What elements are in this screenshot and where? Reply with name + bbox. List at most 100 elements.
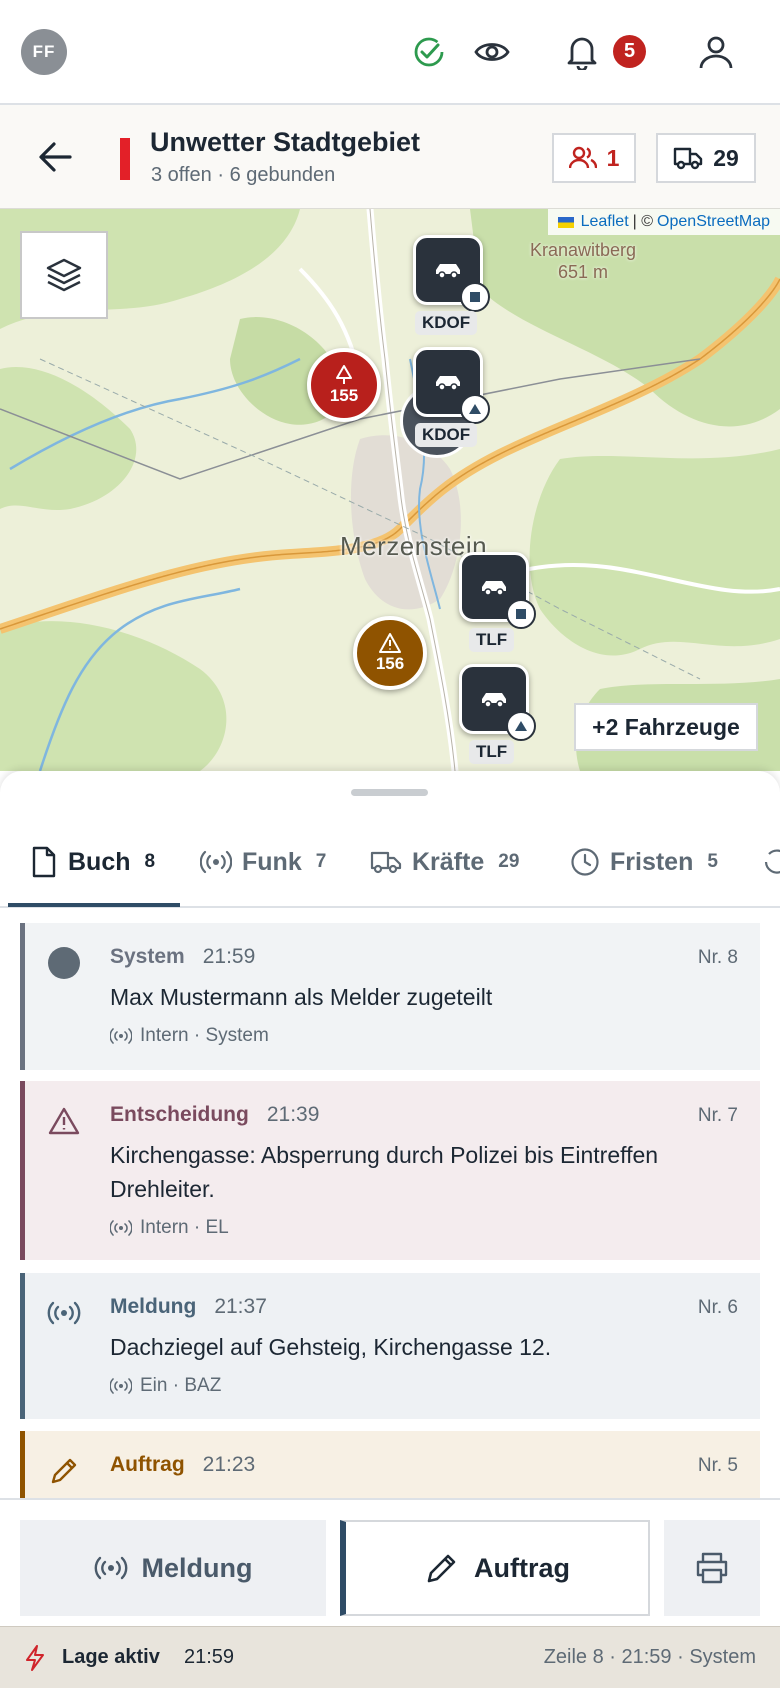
pencil-icon	[427, 1554, 456, 1583]
warning-icon	[46, 1103, 82, 1139]
warning-icon	[379, 633, 401, 653]
document-icon	[32, 846, 56, 878]
radio-icon	[110, 1220, 132, 1236]
back-arrow-icon[interactable]	[34, 135, 78, 179]
status-time: 21:59	[184, 1646, 235, 1668]
radio-icon	[94, 1556, 127, 1580]
entry-time: 21:39	[266, 1103, 320, 1126]
incident-number: 155	[329, 386, 359, 405]
incident-marker[interactable]: 155	[307, 348, 381, 422]
tab-buch[interactable]: Buch 8	[30, 816, 155, 908]
car-icon	[436, 376, 460, 391]
persons-icon	[568, 146, 597, 169]
incident-number: 156	[375, 654, 405, 673]
entry-meta: Ein · BAZ	[110, 1375, 221, 1397]
entry-color-bar	[20, 923, 25, 1070]
truck-icon	[370, 851, 402, 874]
tab-bar: Buch 8 Funk 7 Kräfte 29 Fristen 5	[0, 816, 780, 908]
map-attribution: Leaflet | © OpenStreetMap	[547, 209, 780, 235]
entry-text: Max Mustermann als Melder zugeteilt	[110, 984, 493, 1010]
pencil-icon	[46, 1453, 82, 1489]
tab-label: Buch	[68, 847, 131, 876]
log-entry[interactable]: Auftrag 21:23 Nr. 5	[20, 1431, 760, 1498]
top-bar: FF 5	[0, 0, 780, 105]
tab-fristen[interactable]: Fristen 5	[570, 816, 718, 908]
entry-type: System 21:59	[110, 945, 256, 968]
action-bar: Meldung Auftrag	[0, 1498, 780, 1626]
entry-time: 21:59	[202, 945, 256, 968]
layers-button[interactable]	[20, 231, 108, 319]
notification-badge: 5	[613, 35, 646, 68]
radio-icon	[200, 850, 232, 874]
user-icon[interactable]	[694, 30, 738, 74]
tab-count: 8	[144, 851, 156, 872]
status-detail: Zeile 8 · 21:59 · System	[543, 1646, 756, 1668]
entry-type: Meldung 21:37	[110, 1295, 267, 1318]
tree-icon	[336, 365, 352, 384]
entry-type: Auftrag 21:23	[110, 1453, 256, 1476]
vehicle-label: KDOF	[415, 423, 478, 447]
osm-link[interactable]: OpenStreetMap	[657, 213, 770, 231]
vehicle-marker[interactable]	[413, 235, 490, 312]
persons-button[interactable]: 1	[552, 133, 636, 183]
tab-kraefte[interactable]: Kräfte 29	[370, 816, 519, 908]
incident-marker[interactable]: 156	[353, 616, 427, 690]
map[interactable]: Merzenstein Kranawitberg 651 m Leaflet | …	[0, 209, 780, 771]
entry-text: Dachziegel auf Gehsteig, Kirchengasse 12…	[110, 1334, 552, 1360]
entry-number: Nr. 5	[697, 1455, 738, 1476]
lightning-icon	[26, 1645, 44, 1671]
log-entry[interactable]: System 21:59 Nr. 8 Max Mustermann als Mel…	[20, 923, 760, 1070]
vehicle-marker[interactable]	[413, 347, 490, 424]
tab-label: Funk	[242, 847, 302, 876]
vehicle-marker[interactable]	[459, 552, 536, 629]
more-vehicles-button[interactable]: +2 Fahrzeuge	[574, 703, 758, 751]
page-subtitle: 3 offen · 6 gebunden	[151, 164, 336, 186]
sheet-drag-handle[interactable]	[351, 789, 428, 796]
log-entry[interactable]: Entscheidung 21:39 Nr. 7 Kirchengasse: Ab…	[20, 1081, 760, 1260]
check-circle-icon[interactable]	[407, 30, 451, 74]
incident-header: Unwetter Stadtgebiet 3 offen · 6 gebunde…	[0, 105, 780, 209]
truck-icon	[674, 147, 703, 170]
bottom-sheet: Buch 8 Funk 7 Kräfte 29 Fristen 5 System 21:5…	[0, 771, 780, 1498]
tab-label: Kräfte	[412, 847, 485, 876]
tab-count: 29	[498, 851, 520, 872]
status-triangle-icon	[506, 711, 536, 741]
vehicle-label: KDOF	[415, 311, 478, 335]
avatar[interactable]: FF	[21, 29, 67, 75]
log-entry[interactable]: Meldung 21:37 Nr. 6 Dachziegel auf Gehste…	[20, 1273, 760, 1419]
radio-icon	[46, 1295, 82, 1331]
ukraine-flag-icon	[557, 216, 574, 228]
status-triangle-icon	[460, 394, 490, 424]
leaflet-link[interactable]: Leaflet	[581, 213, 629, 231]
entry-time: 21:23	[202, 1453, 256, 1476]
entry-number: Nr. 6	[697, 1297, 738, 1318]
vehicle-marker[interactable]	[459, 664, 536, 741]
entry-number: Nr. 7	[697, 1105, 738, 1126]
dot-icon	[46, 945, 82, 981]
bell-icon[interactable]	[560, 30, 604, 74]
entry-color-bar	[20, 1081, 25, 1260]
entry-text: Kirchengasse: Absperrung durch Polizei b…	[110, 1142, 659, 1202]
tab-label: Fristen	[610, 847, 694, 876]
entry-type: Entscheidung 21:39	[110, 1103, 320, 1126]
entry-meta: Intern · System	[110, 1025, 269, 1047]
status-bar: Lage aktiv 21:59 Zeile 8 · 21:59 · Syste…	[0, 1626, 780, 1688]
tab-funk[interactable]: Funk 7	[200, 816, 326, 908]
active-tab-indicator	[8, 903, 180, 907]
vehicles-button[interactable]: 29	[656, 133, 756, 183]
car-icon	[482, 581, 506, 596]
meldung-button[interactable]: Meldung	[20, 1520, 326, 1616]
priority-indicator	[120, 138, 130, 180]
entry-time: 21:37	[214, 1295, 267, 1318]
auftrag-button[interactable]: Auftrag	[340, 1520, 650, 1616]
radio-icon	[110, 1028, 132, 1044]
peak-label: Kranawitberg 651 m	[530, 240, 637, 282]
print-button[interactable]	[664, 1520, 760, 1616]
tab-history-partial[interactable]	[762, 816, 780, 908]
entry-number: Nr. 8	[697, 947, 738, 968]
status-square-icon	[506, 599, 536, 629]
tab-count: 7	[315, 851, 327, 872]
entry-meta: Intern · EL	[110, 1217, 229, 1239]
eye-icon[interactable]	[470, 30, 514, 74]
history-icon	[764, 849, 780, 874]
